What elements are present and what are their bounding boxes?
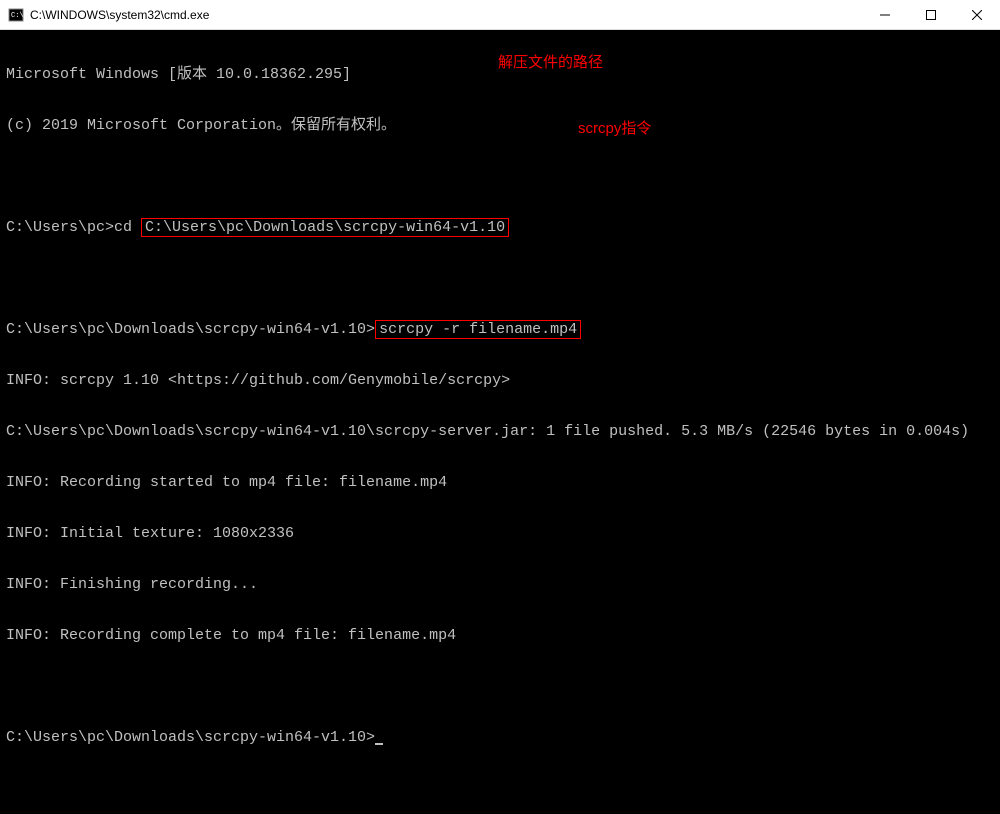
command-line: C:\Users\pc>cd C:\Users\pc\Downloads\scr… [6,219,994,236]
output-line: INFO: scrcpy 1.10 <https://github.com/Ge… [6,372,994,389]
blank-line [6,168,994,185]
close-button[interactable] [954,0,1000,29]
highlighted-command: scrcpy -r filename.mp4 [375,320,581,339]
highlighted-path: C:\Users\pc\Downloads\scrcpy-win64-v1.10 [141,218,509,237]
annotation-unzip-path: 解压文件的路径 [498,54,603,71]
window-title: C:\WINDOWS\system32\cmd.exe [30,8,862,22]
output-line: C:\Users\pc\Downloads\scrcpy-win64-v1.10… [6,423,994,440]
output-line: INFO: Recording started to mp4 file: fil… [6,474,994,491]
titlebar: C:\ C:\WINDOWS\system32\cmd.exe [0,0,1000,30]
window-controls [862,0,1000,29]
annotation-scrcpy-cmd: scrcpy指令 [578,120,651,137]
output-line: INFO: Recording complete to mp4 file: fi… [6,627,994,644]
cursor-icon [375,743,383,745]
svg-text:C:\: C:\ [11,12,24,20]
blank-line [6,270,994,287]
prompt: C:\Users\pc> [6,219,114,236]
output-line: INFO: Initial texture: 1080x2336 [6,525,994,542]
cmd-icon: C:\ [8,7,24,23]
output-line: INFO: Finishing recording... [6,576,994,593]
output-line: (c) 2019 Microsoft Corporation。保留所有权利。 [6,117,994,134]
command-line: C:\Users\pc\Downloads\scrcpy-win64-v1.10… [6,321,994,338]
prompt: C:\Users\pc\Downloads\scrcpy-win64-v1.10… [6,321,375,338]
maximize-button[interactable] [908,0,954,29]
cd-command: cd [114,219,141,236]
prompt: C:\Users\pc\Downloads\scrcpy-win64-v1.10… [6,729,375,746]
prompt-line: C:\Users\pc\Downloads\scrcpy-win64-v1.10… [6,729,994,746]
blank-line [6,678,994,695]
terminal-area[interactable]: Microsoft Windows [版本 10.0.18362.295] (c… [0,30,1000,522]
minimize-button[interactable] [862,0,908,29]
